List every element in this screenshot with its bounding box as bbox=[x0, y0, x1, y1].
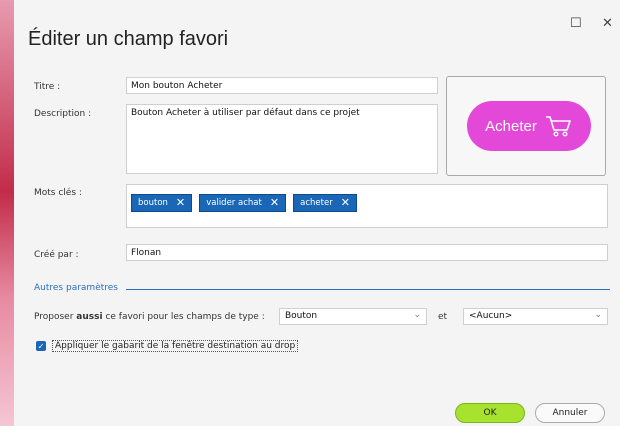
maximize-icon[interactable]: ☐ bbox=[570, 16, 582, 31]
remove-tag-icon[interactable]: ✕ bbox=[176, 197, 185, 208]
ok-button[interactable]: OK bbox=[455, 403, 525, 423]
second-type-value: <Aucun> bbox=[469, 311, 513, 321]
background-decoration bbox=[0, 0, 14, 426]
section-divider bbox=[126, 289, 610, 290]
field-type-select[interactable]: Bouton ⌄ bbox=[279, 308, 427, 325]
preview-buy-button: Acheter bbox=[467, 101, 591, 151]
apply-template-checkbox[interactable]: ✓ bbox=[36, 341, 46, 351]
description-label: Description : bbox=[34, 109, 92, 119]
preview-button-label: Acheter bbox=[485, 117, 537, 135]
keyword-tag-label: acheter bbox=[300, 198, 333, 208]
keyword-tag[interactable]: bouton ✕ bbox=[131, 194, 193, 212]
chevron-down-icon: ⌄ bbox=[413, 310, 421, 320]
keyword-tag[interactable]: valider achat ✕ bbox=[199, 194, 287, 212]
cancel-button[interactable]: Annuler bbox=[535, 403, 605, 423]
apply-template-label[interactable]: Appliquer le gabarit de la fenêtre desti… bbox=[52, 340, 299, 352]
keyword-tag-label: valider achat bbox=[206, 198, 262, 208]
cart-icon bbox=[545, 116, 571, 137]
and-label: et bbox=[438, 312, 448, 322]
propose-suffix: ce favori pour les champs de type : bbox=[102, 312, 265, 322]
description-field[interactable]: Bouton Acheter à utiliser par défaut dan… bbox=[126, 104, 438, 174]
title-label: Titre : bbox=[34, 82, 61, 92]
propose-bold: aussi bbox=[76, 312, 103, 322]
close-icon[interactable]: ✕ bbox=[602, 16, 613, 31]
edit-favorite-dialog: ☐ ✕ Éditer un champ favori Titre : Mon b… bbox=[14, 0, 620, 426]
keywords-label: Mots clés : bbox=[34, 188, 82, 198]
dialog-title: Éditer un champ favori bbox=[28, 28, 229, 50]
propose-prefix: Proposer bbox=[34, 312, 77, 322]
created-by-label: Créé par : bbox=[34, 250, 79, 260]
section-title: Autres paramètres bbox=[34, 283, 118, 293]
remove-tag-icon[interactable]: ✕ bbox=[270, 197, 279, 208]
keyword-tag-label: bouton bbox=[138, 198, 168, 208]
chevron-down-icon: ⌄ bbox=[594, 310, 602, 320]
keyword-tag[interactable]: acheter ✕ bbox=[293, 194, 357, 212]
keywords-field[interactable]: bouton ✕ valider achat ✕ acheter ✕ bbox=[126, 184, 608, 228]
preview-box: Acheter bbox=[446, 76, 606, 176]
remove-tag-icon[interactable]: ✕ bbox=[341, 197, 350, 208]
created-by-field[interactable]: Flonan bbox=[126, 244, 608, 261]
title-field[interactable]: Mon bouton Acheter bbox=[126, 77, 438, 94]
propose-label: Proposer aussi ce favori pour les champs… bbox=[34, 312, 265, 322]
field-type-value: Bouton bbox=[285, 311, 318, 321]
second-type-select[interactable]: <Aucun> ⌄ bbox=[463, 308, 608, 325]
